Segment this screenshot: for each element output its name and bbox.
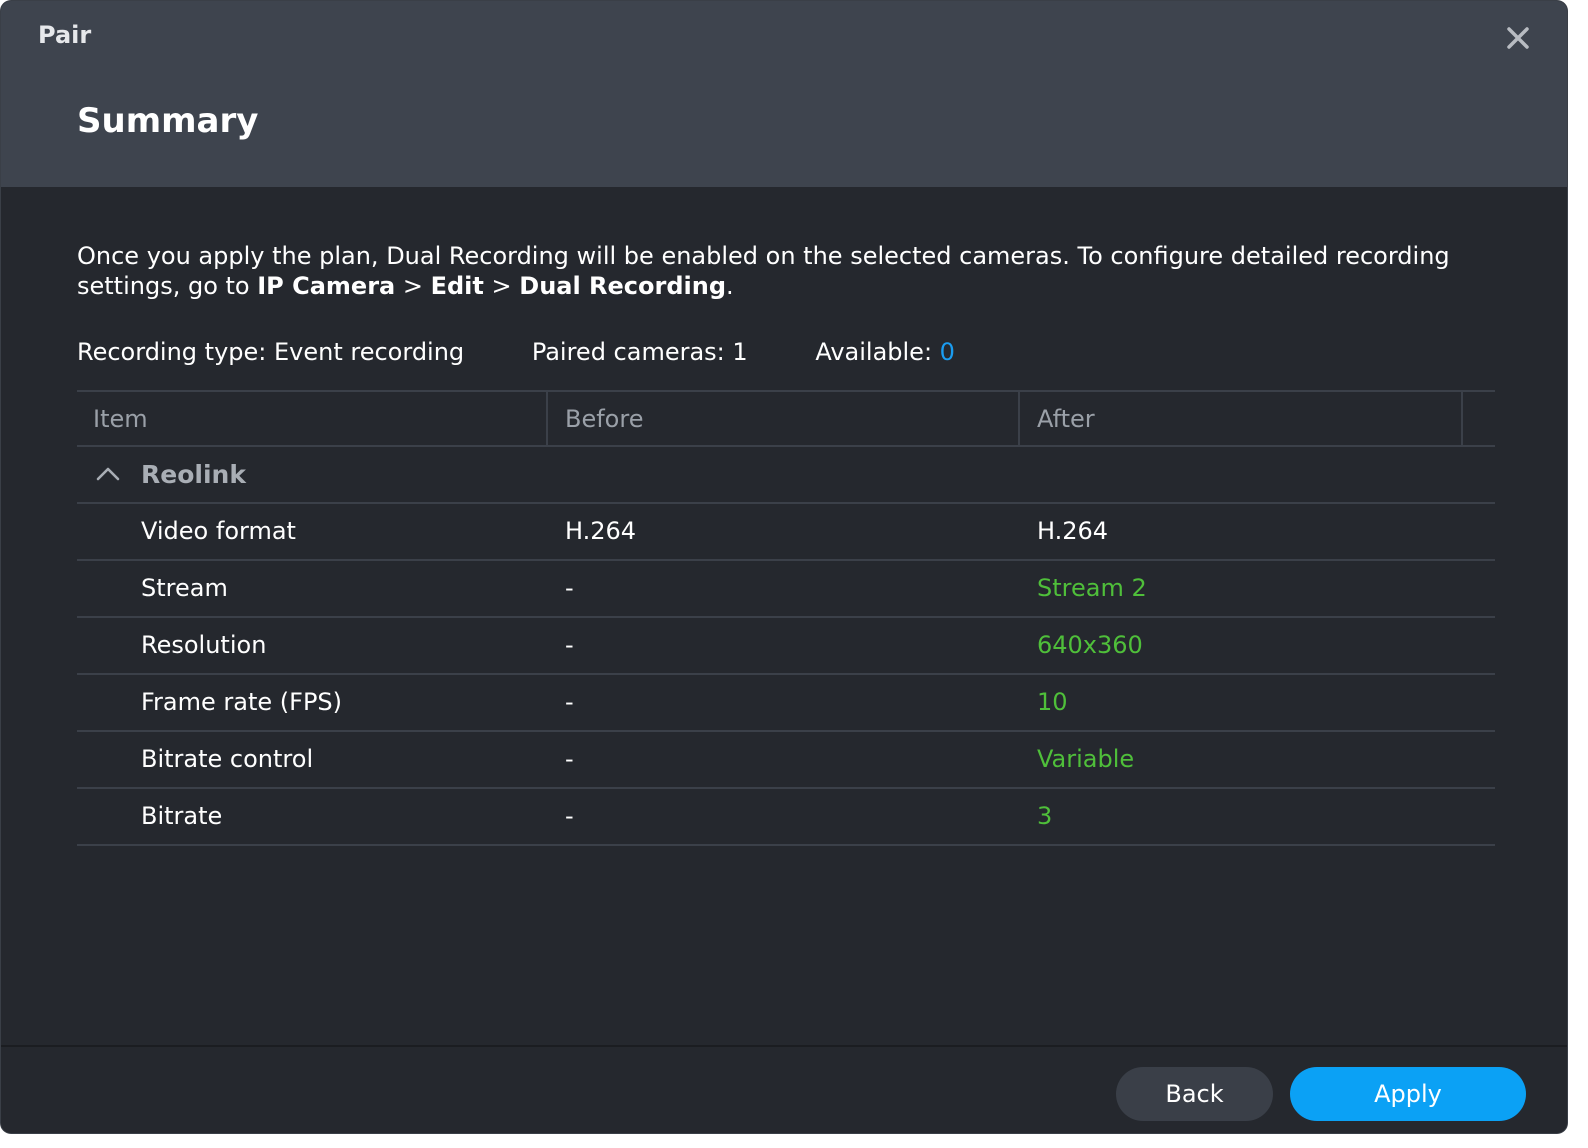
available-label: Available:: [815, 338, 940, 366]
dialog-header: Pair Summary: [1, 1, 1567, 187]
recording-type-label: Recording type:: [77, 338, 274, 366]
close-icon: [1507, 27, 1529, 49]
cell-item: Frame rate (FPS): [141, 688, 343, 716]
cell-after: 640x360: [1037, 631, 1143, 659]
column-header-before[interactable]: Before: [548, 392, 1020, 447]
summary-table: Item Before After Reolink Video format H.…: [77, 390, 1495, 846]
chevron-up-icon[interactable]: [95, 463, 121, 483]
cell-item: Resolution: [141, 631, 267, 659]
cell-after: Stream 2: [1037, 574, 1147, 602]
table-body: Video format H.264 H.264 Stream - Stream 2 Res…: [77, 504, 1495, 846]
apply-button[interactable]: Apply: [1290, 1067, 1526, 1121]
table-row: Bitrate control - Variable: [77, 732, 1495, 789]
close-button[interactable]: [1503, 23, 1533, 53]
group-row-reolink[interactable]: Reolink: [77, 447, 1495, 504]
cell-before: -: [565, 631, 574, 659]
cell-after: H.264: [1037, 517, 1109, 545]
cell-before: -: [565, 688, 574, 716]
table-row: Resolution - 640x360: [77, 618, 1495, 675]
cell-after: 10: [1037, 688, 1068, 716]
paired-cameras-value: 1: [732, 338, 748, 366]
path-ip-camera: IP Camera: [257, 272, 396, 300]
cell-item: Bitrate control: [141, 745, 314, 773]
table-row: Frame rate (FPS) - 10: [77, 675, 1495, 732]
back-button[interactable]: Back: [1116, 1067, 1273, 1121]
cell-before: -: [565, 574, 574, 602]
table-row: Bitrate - 3: [77, 789, 1495, 846]
column-header-item[interactable]: Item: [77, 392, 548, 447]
paired-cameras-label: Paired cameras:: [531, 338, 733, 366]
available-stat: Available: 0: [815, 338, 955, 366]
dialog-footer: Back Apply: [1, 1045, 1567, 1133]
window-title: Pair: [38, 21, 92, 49]
path-dual-recording: Dual Recording: [519, 272, 727, 300]
path-separator: >: [395, 272, 431, 300]
page-title: Summary: [77, 101, 259, 141]
cell-before: -: [565, 802, 574, 830]
description-end: .: [726, 272, 734, 300]
table-row: Stream - Stream 2: [77, 561, 1495, 618]
path-edit: Edit: [430, 272, 484, 300]
recording-type-value: Event recording: [274, 338, 465, 366]
cell-after: Variable: [1037, 745, 1135, 773]
table-row: Video format H.264 H.264: [77, 504, 1495, 561]
path-separator: >: [483, 272, 520, 300]
column-header-after[interactable]: After: [1020, 392, 1463, 447]
description-text: Once you apply the plan, Dual Recording …: [77, 241, 1487, 301]
cell-after: 3: [1037, 802, 1053, 830]
cell-before: H.264: [565, 517, 637, 545]
cell-item: Bitrate: [141, 802, 223, 830]
group-label: Reolink: [141, 460, 246, 489]
available-value: 0: [939, 338, 955, 366]
paired-cameras-stat: Paired cameras: 1: [532, 338, 748, 366]
summary-stats: Recording type: Event recording Paired c…: [77, 338, 955, 366]
cell-item: Video format: [141, 517, 296, 545]
cell-before: -: [565, 745, 574, 773]
recording-type-stat: Recording type: Event recording: [77, 338, 464, 366]
cell-item: Stream: [141, 574, 228, 602]
pair-dialog: Pair Summary Once you apply the plan, Du…: [1, 1, 1567, 1133]
table-header: Item Before After: [77, 390, 1495, 447]
